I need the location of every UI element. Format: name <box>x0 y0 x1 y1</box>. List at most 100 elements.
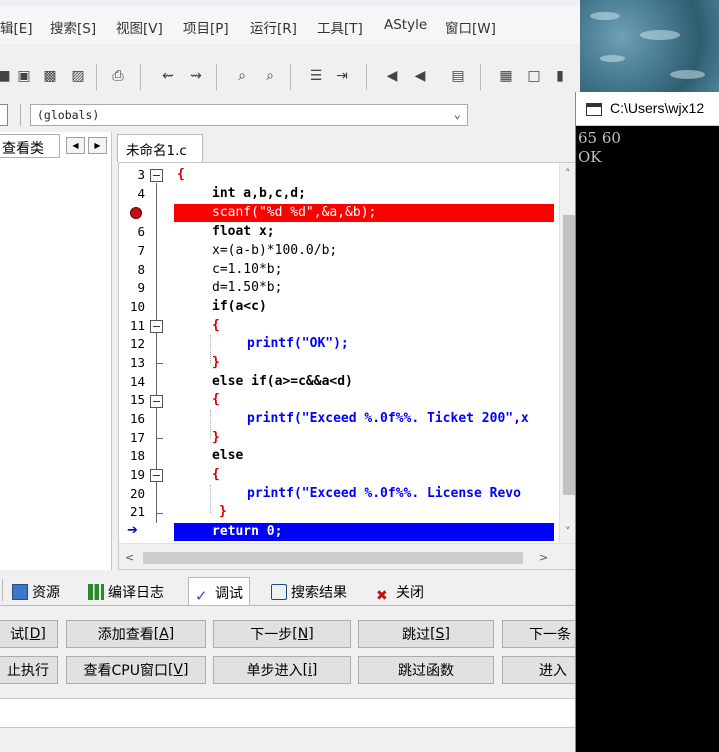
add-watch-button[interactable]: 添加查看 [A] <box>66 620 206 648</box>
console-window[interactable]: C:\Users\wjx12 65 60 OK <box>575 92 719 752</box>
scroll-up-icon[interactable]: ˄ <box>565 167 571 180</box>
save-icon[interactable]: ■ <box>0 66 14 86</box>
line-number: 7 <box>137 243 145 258</box>
code-line: scanf("%d %d",&a,&b); <box>212 205 377 220</box>
replace-icon[interactable]: ⌕ <box>260 66 280 86</box>
code-line: float x; <box>212 224 275 239</box>
scroll-left-icon[interactable]: < <box>125 551 134 564</box>
bar-chart-icon <box>88 584 104 600</box>
tab-scroll-left-icon[interactable]: ◀ <box>66 137 85 154</box>
title-bar-strip <box>0 0 580 6</box>
window-icon[interactable]: □ <box>524 66 544 86</box>
debug-panel: 试 [D] 添加查看 [A] 下一步 [N] 跳过 [S] 下一条 止执行 查看CPU窗… <box>0 605 580 752</box>
line-number: 6 <box>137 224 145 239</box>
code-line: x=(a-b)*100.0/b; <box>212 243 338 258</box>
line-number: 17 <box>129 430 145 445</box>
scroll-right-icon[interactable]: > <box>539 551 548 564</box>
scroll-thumb[interactable] <box>143 552 523 564</box>
menu-astyle[interactable]: AStyle <box>384 17 427 33</box>
menu-project[interactable]: 项目[P] <box>183 17 229 37</box>
console-title-bar: C:\Users\wjx12 <box>576 92 719 126</box>
close-file-icon[interactable]: ▩ <box>40 66 60 86</box>
code-line: { <box>177 167 185 182</box>
line-number: 12 <box>129 336 145 351</box>
menu-search[interactable]: 搜索[S] <box>50 17 96 37</box>
console-output-line: OK <box>578 148 602 166</box>
scope-bar: (globals) ⌄ <box>0 101 580 129</box>
code-line: { <box>212 392 220 407</box>
breakpoint-icon[interactable] <box>130 207 142 219</box>
next-step-button[interactable]: 下一步 [N] <box>213 620 351 648</box>
line-number: 14 <box>129 374 145 389</box>
console-title: C:\Users\wjx12 <box>610 100 705 116</box>
skip-function-button[interactable]: 跳过函数 <box>358 656 494 684</box>
debug-command-input[interactable] <box>0 698 580 728</box>
console-icon <box>586 103 602 116</box>
unindent-icon[interactable]: ⇥ <box>332 66 352 86</box>
class-combo-edge[interactable] <box>0 104 8 126</box>
tab-compile-log[interactable]: 编译日志 <box>82 577 170 605</box>
line-number: 4 <box>137 186 145 201</box>
menu-tools[interactable]: 工具[T] <box>317 17 363 37</box>
menu-window[interactable]: 窗口[W] <box>445 17 496 37</box>
bookmark-icon[interactable]: ▤ <box>448 66 468 86</box>
tab-view-classes[interactable]: 查看类 <box>0 134 60 158</box>
tab-debug[interactable]: ✓ 调试 <box>188 577 250 605</box>
fold-toggle-icon[interactable] <box>150 320 163 333</box>
skip-button[interactable]: 跳过 [S] <box>358 620 494 648</box>
search-icon <box>271 584 287 600</box>
line-number: 8 <box>137 262 145 277</box>
code-line: printf("OK"); <box>247 336 349 351</box>
tab-scroll-right-icon[interactable]: ▶ <box>88 137 107 154</box>
bottom-tab-bar: 资源 编译日志 ✓ 调试 搜索结果 ✖ 关闭 <box>0 575 580 605</box>
line-number: 18 <box>129 448 145 463</box>
line-number: 15 <box>129 392 145 407</box>
tab-resources[interactable]: 资源 <box>6 577 66 605</box>
code-line: } <box>219 504 227 519</box>
resources-icon <box>12 584 28 600</box>
indent-icon[interactable]: ☰ <box>306 66 326 86</box>
back-icon[interactable]: ◀ <box>382 66 402 86</box>
grid-icon[interactable]: ▦ <box>496 66 516 86</box>
view-cpu-window-button[interactable]: 查看CPU窗口 [V] <box>66 656 206 684</box>
debug-button[interactable]: 试 [D] <box>0 620 58 648</box>
fold-toggle-icon[interactable] <box>150 395 163 408</box>
undo-icon[interactable]: ⇜ <box>158 66 178 86</box>
fold-toggle-icon[interactable] <box>150 469 163 482</box>
toggle-icon[interactable]: ▮ <box>550 66 570 86</box>
chevron-down-icon: ⌄ <box>453 107 461 121</box>
step-into-button[interactable]: 单步进入 [i] <box>213 656 351 684</box>
scroll-down-icon[interactable]: ˅ <box>565 525 571 538</box>
check-icon: ✓ <box>195 587 208 605</box>
fold-toggle-icon[interactable] <box>150 169 163 182</box>
line-number: 20 <box>129 486 145 501</box>
find-icon[interactable]: ⌕ <box>232 66 252 86</box>
step-in-instruction-button[interactable]: 进入 <box>502 656 580 684</box>
code-line: } <box>212 355 220 370</box>
redo-icon[interactable]: ⇝ <box>186 66 206 86</box>
code-line: } <box>212 430 220 445</box>
stop-execution-button[interactable]: 止执行 <box>0 656 58 684</box>
menu-view[interactable]: 视图[V] <box>116 17 163 37</box>
print-icon[interactable]: ⎙ <box>108 66 128 86</box>
line-number: 3 <box>137 167 145 182</box>
code-line: { <box>212 318 220 333</box>
line-number: 19 <box>129 467 145 482</box>
forward-icon[interactable]: ◀ <box>410 66 430 86</box>
save-all-icon[interactable]: ▣ <box>14 66 34 86</box>
next-instruction-button[interactable]: 下一条 <box>502 620 580 648</box>
tab-search-results[interactable]: 搜索结果 <box>265 577 353 605</box>
menu-run[interactable]: 运行[R] <box>250 17 297 37</box>
menu-edit[interactable]: 辑[E] <box>0 17 33 37</box>
scope-dropdown[interactable]: (globals) ⌄ <box>30 104 468 126</box>
line-gutter: 3 4 6 7 8 9 10 11 12 13 14 15 16 17 18 1… <box>119 163 171 543</box>
code-line: else <box>212 448 244 463</box>
close-icon: ✖ <box>376 588 388 604</box>
code-line: c=1.10*b; <box>212 262 283 277</box>
tab-close[interactable]: ✖ 关闭 <box>370 577 430 605</box>
code-editor[interactable]: 3 4 6 7 8 9 10 11 12 13 14 15 16 17 18 1… <box>118 162 580 570</box>
horizontal-scrollbar[interactable]: < > <box>119 543 579 569</box>
tab-file[interactable]: 未命名1.c <box>117 134 203 162</box>
close-all-icon[interactable]: ▨ <box>68 66 88 86</box>
toolbar: ■ ▣ ▩ ▨ ⎙ ⇜ ⇝ ⌕ ⌕ ☰ ⇥ ◀ ◀ ▤ ▦ □ ▮ <box>0 58 580 98</box>
